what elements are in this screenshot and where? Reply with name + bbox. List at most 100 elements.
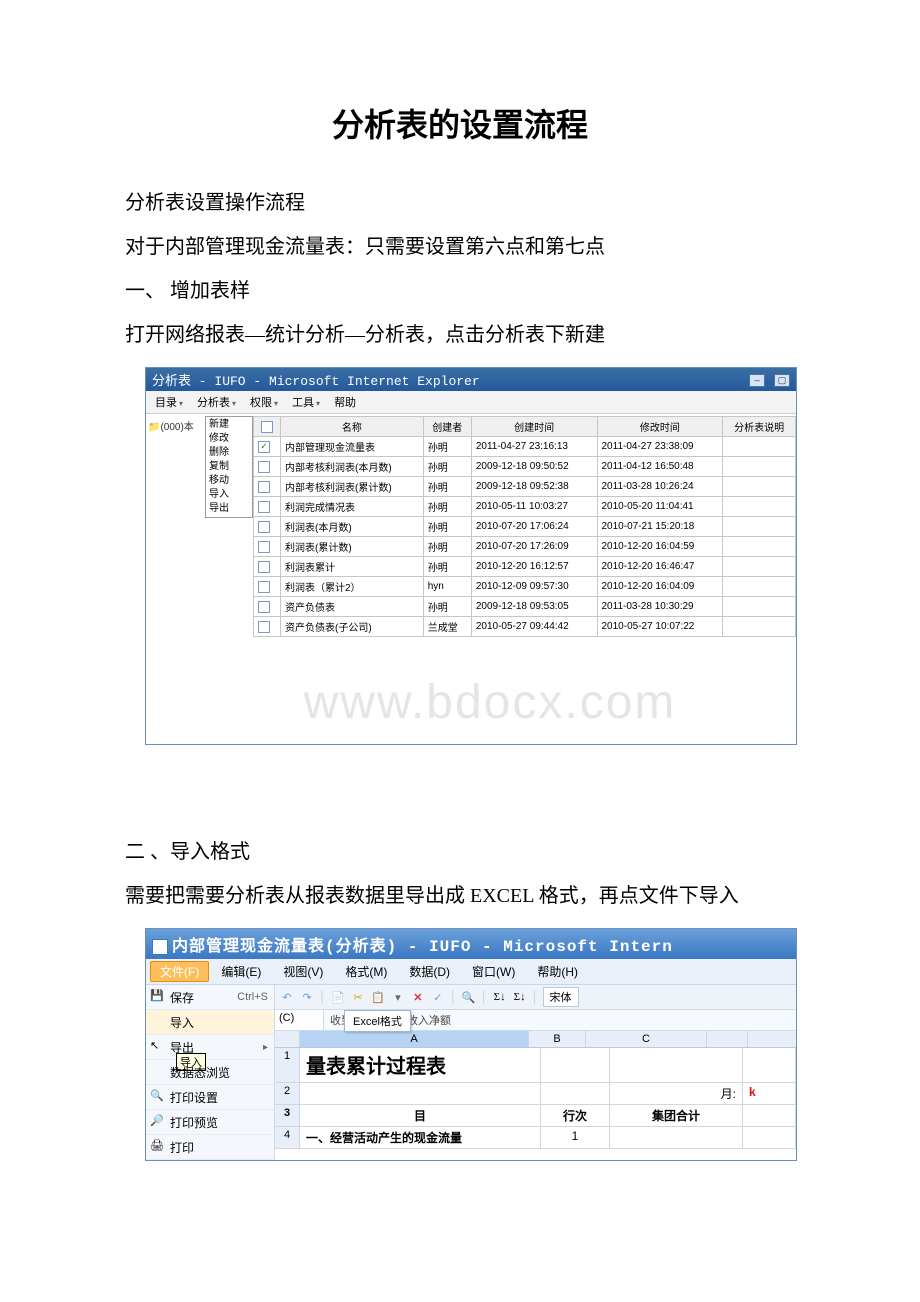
dropdown-item-export[interactable]: 导出 — [209, 502, 249, 516]
menu-file[interactable]: 文件(F) — [150, 961, 209, 982]
file-menu-save[interactable]: 💾 保存 Ctrl+S — [146, 985, 274, 1010]
file-menu-export[interactable]: ↖ 导出 ▸ 导入 — [146, 1035, 274, 1060]
save-shortcut: Ctrl+S — [237, 991, 268, 1003]
table-row[interactable]: 利润表累计孙明2010-12-20 16:12:572010-12-20 16:… — [254, 557, 796, 577]
folder-tree[interactable]: 📁(000)本 — [146, 414, 205, 437]
dropdown-item-new[interactable]: 新建 — [209, 418, 249, 432]
menu-tools[interactable]: 工具 — [287, 393, 325, 411]
table-row[interactable]: 内部考核利润表(本月数)孙明2009-12-18 09:50:522011-04… — [254, 457, 796, 477]
cell-creator: 孙明 — [423, 497, 471, 517]
cell-mtime: 2010-12-20 16:04:09 — [597, 577, 723, 597]
col-name[interactable]: 名称 — [281, 417, 424, 437]
sum-asc-icon[interactable]: Σ↓ — [492, 989, 508, 1005]
cell-creator: 孙明 — [423, 537, 471, 557]
row-number[interactable]: 3 — [275, 1105, 300, 1126]
cell-name: 内部管理现金流量表 — [281, 437, 424, 457]
menu-directory[interactable]: 目录 — [150, 393, 188, 411]
row-checkbox[interactable] — [258, 601, 270, 613]
cut-icon[interactable]: ✂ — [350, 989, 366, 1005]
find-icon[interactable]: 🔍 — [461, 989, 477, 1005]
file-menu-print-label: 打印 — [170, 1139, 194, 1156]
cell-mtime: 2010-12-20 16:46:47 — [597, 557, 723, 577]
maximize-button[interactable]: ▢ — [774, 374, 790, 387]
cell-creator: 兰成堂 — [423, 617, 471, 637]
menu-view[interactable]: 视图(V) — [273, 961, 333, 982]
table-row[interactable]: 利润表(本月数)孙明2010-07-20 17:06:242010-07-21 … — [254, 517, 796, 537]
row-number[interactable]: 2 — [275, 1083, 300, 1104]
cell-mtime: 2011-03-28 10:30:29 — [597, 597, 723, 617]
table-row[interactable]: 利润完成情况表孙明2010-05-11 10:03:272010-05-20 1… — [254, 497, 796, 517]
row-checkbox[interactable] — [258, 461, 270, 473]
dropdown-item-edit[interactable]: 修改 — [209, 432, 249, 446]
cursor-icon: ↖ — [150, 1039, 164, 1053]
col-created[interactable]: 创建时间 — [471, 417, 597, 437]
menu-analysis-table[interactable]: 分析表 — [192, 393, 241, 411]
cell-desc — [723, 497, 796, 517]
row-checkbox[interactable]: ✓ — [258, 441, 270, 453]
menu-help2[interactable]: 帮助(H) — [527, 961, 588, 982]
menu-edit[interactable]: 编辑(E) — [211, 961, 271, 982]
table-row[interactable]: 资产负债表孙明2009-12-18 09:53:052011-03-28 10:… — [254, 597, 796, 617]
col-header-b[interactable]: B — [529, 1031, 586, 1047]
row-number[interactable]: 1 — [275, 1048, 300, 1082]
table-row[interactable]: 利润表（累计2）hyn2010-12-09 09:57:302010-12-20… — [254, 577, 796, 597]
header-item: 目 — [300, 1105, 541, 1126]
redo-icon[interactable]: ↷ — [299, 989, 315, 1005]
cell-reference[interactable]: (C) — [275, 1010, 324, 1030]
col-creator[interactable]: 创建者 — [423, 417, 471, 437]
row-checkbox[interactable] — [258, 581, 270, 593]
sum-desc-icon[interactable]: Σ↓ — [512, 989, 528, 1005]
dropdown-item-copy[interactable]: 复制 — [209, 460, 249, 474]
doc-title: 分析表的设置流程 — [85, 100, 835, 146]
row-number[interactable]: 4 — [275, 1127, 300, 1148]
menu-data[interactable]: 数据(D) — [399, 961, 460, 982]
table-row[interactable]: 内部考核利润表(累计数)孙明2009-12-18 09:52:382011-03… — [254, 477, 796, 497]
row-checkbox[interactable] — [258, 501, 270, 513]
menu-format[interactable]: 格式(M) — [335, 961, 397, 982]
undo-icon[interactable]: ↶ — [279, 989, 295, 1005]
delete-icon[interactable]: ✕ — [410, 989, 426, 1005]
row-checkbox[interactable] — [258, 561, 270, 573]
file-menu-import[interactable]: 导入 Excel格式 — [146, 1010, 274, 1035]
cell-creator: 孙明 — [423, 597, 471, 617]
paragraph-3: 一、 增加表样 — [85, 269, 835, 313]
format-painter-icon[interactable]: ✓ — [430, 989, 446, 1005]
menu-permission[interactable]: 权限 — [245, 393, 283, 411]
row-checkbox[interactable] — [258, 621, 270, 633]
cell-ctime: 2010-12-20 16:12:57 — [471, 557, 597, 577]
table-row[interactable]: 资产负债表(子公司)兰成堂2010-05-27 09:44:422010-05-… — [254, 617, 796, 637]
paragraph-2: 对于内部管理现金流量表：只需要设置第六点和第七点 — [85, 225, 835, 269]
minimize-button[interactable]: – — [749, 374, 765, 387]
analysis-table-dropdown: 新建 修改 删除 复制 移动 导入 导出 — [205, 416, 253, 518]
file-menu-data-state[interactable]: 数据态浏览 — [146, 1060, 274, 1085]
cell-ctime: 2009-12-18 09:52:38 — [471, 477, 597, 497]
copy-icon[interactable]: 📄 — [330, 989, 346, 1005]
import-excel-option[interactable]: Excel格式 — [353, 1013, 402, 1029]
dropdown-item-move[interactable]: 移动 — [209, 474, 249, 488]
file-menu-print-preview[interactable]: 🔎 打印预览 — [146, 1110, 274, 1135]
row-checkbox[interactable] — [258, 541, 270, 553]
menu-window[interactable]: 窗口(W) — [462, 961, 525, 982]
editor-toolbar: ↶ ↷ │ 📄 ✂ 📋 ▾ ✕ ✓ │ 🔍 │ Σ↓ Σ↓ — [275, 985, 796, 1010]
dropdown-icon[interactable]: ▾ — [390, 989, 406, 1005]
row-checkbox[interactable] — [258, 481, 270, 493]
font-name-select[interactable]: 宋体 — [543, 987, 579, 1007]
dropdown-item-delete[interactable]: 删除 — [209, 446, 249, 460]
table-row[interactable]: ✓内部管理现金流量表孙明2011-04-27 23:16:132011-04-2… — [254, 437, 796, 457]
cell-desc — [723, 577, 796, 597]
table-row[interactable]: 利润表(累计数)孙明2010-07-20 17:26:092010-12-20 … — [254, 537, 796, 557]
cell-creator: 孙明 — [423, 437, 471, 457]
paste-icon[interactable]: 📋 — [370, 989, 386, 1005]
cell-desc — [723, 477, 796, 497]
col-modified[interactable]: 修改时间 — [597, 417, 723, 437]
col-header-c[interactable]: C — [586, 1031, 707, 1047]
file-menu-print-setup[interactable]: 🔍 打印设置 — [146, 1085, 274, 1110]
col-header-a[interactable]: A — [300, 1031, 529, 1047]
menu-help[interactable]: 帮助 — [329, 393, 361, 411]
spreadsheet-grid[interactable]: 1 量表累计过程表 2 月: — [275, 1048, 796, 1149]
checkbox-all[interactable] — [261, 421, 273, 433]
file-menu-print[interactable]: 🖨 打印 — [146, 1135, 274, 1160]
col-desc[interactable]: 分析表说明 — [723, 417, 796, 437]
dropdown-item-import[interactable]: 导入 — [209, 488, 249, 502]
row-checkbox[interactable] — [258, 521, 270, 533]
